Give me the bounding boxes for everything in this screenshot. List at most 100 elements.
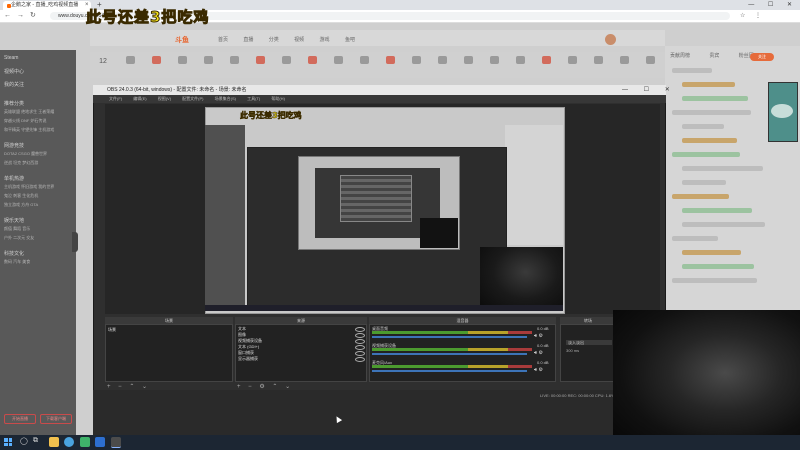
sidebar-top-item[interactable]: 视频中心	[4, 68, 24, 75]
category-item[interactable]	[170, 56, 194, 66]
scene-item[interactable]: 场景	[108, 327, 116, 333]
category-item[interactable]	[612, 56, 636, 66]
start-live-button[interactable]: 开始直播	[4, 414, 36, 424]
category-icon	[229, 56, 239, 64]
chat-message	[672, 278, 757, 283]
chat-message	[682, 138, 737, 143]
category-item[interactable]	[144, 56, 168, 66]
menu-edit[interactable]: 编辑(E)	[133, 96, 146, 101]
sidebar-item[interactable]: 独立游戏 方舟 GTA	[4, 202, 38, 208]
source-item[interactable]: 显示器捕获	[238, 356, 258, 362]
user-avatar[interactable]	[605, 34, 616, 45]
sidebar-item[interactable]: 英雄联盟 绝地求生 王者荣耀	[4, 109, 54, 115]
category-icon	[203, 56, 213, 64]
category-item[interactable]	[326, 56, 350, 66]
sidebar-item[interactable]: 主机游戏 怀旧游戏 我的世界	[4, 184, 54, 190]
category-item[interactable]	[534, 56, 558, 66]
sidebar-item[interactable]: 数码 汽车 美食	[4, 259, 30, 265]
category-item[interactable]	[118, 56, 142, 66]
sidebar-item[interactable]: 和平精英 守望先锋 主机游戏	[4, 127, 54, 133]
sidebar-item[interactable]: 鬼泣 刺客 生化危机	[4, 193, 38, 199]
transition-select[interactable]: 淡入淡出	[566, 340, 612, 345]
category-icon	[437, 56, 447, 64]
chat-message	[682, 250, 741, 255]
category-item[interactable]	[456, 56, 480, 66]
category-item[interactable]	[404, 56, 428, 66]
visibility-eye-icon[interactable]	[355, 339, 365, 344]
douyu-logo[interactable]: 斗鱼	[175, 35, 189, 45]
sidebar-item[interactable]: 穿越火线 DNF 炉石传说	[4, 118, 46, 124]
download-client-button[interactable]: 下载客户端	[40, 414, 72, 424]
webcam-overlay	[613, 310, 800, 450]
sidebar-top-item[interactable]: 我的关注	[4, 81, 24, 88]
volume-slider[interactable]	[372, 353, 527, 355]
category-icon	[645, 56, 655, 64]
category-item[interactable]	[430, 56, 454, 66]
sidebar-item[interactable]: 户外 二次元 交友	[4, 235, 34, 241]
menu-scene-collection[interactable]: 场景集合(S)	[215, 96, 236, 101]
visibility-eye-icon[interactable]	[355, 345, 365, 350]
speaker-icon[interactable]: 🔊︎ ⚙︎	[534, 333, 543, 339]
category-item[interactable]	[222, 56, 246, 66]
visibility-eye-icon[interactable]	[355, 333, 365, 338]
visibility-eye-icon[interactable]	[355, 357, 365, 362]
scenes-footer-controls[interactable]: + − ⌃ ⌄	[107, 383, 150, 390]
chat-message	[672, 68, 712, 73]
right-panel-tabs[interactable]: 贡献周榜 贵宾 粉丝团	[670, 52, 754, 59]
obs-taskbar-icon[interactable]	[111, 437, 121, 448]
chat-message	[682, 264, 754, 269]
menu-profile[interactable]: 配置文件(P)	[182, 96, 203, 101]
sidebar-item[interactable]: 逆战 坦克 梦幻西游	[4, 160, 38, 166]
sidebar-collapse-handle[interactable]	[72, 232, 78, 252]
sources-dock	[235, 324, 367, 382]
speaker-icon[interactable]: 🔊︎ ⚙︎	[534, 350, 543, 356]
category-item[interactable]	[560, 56, 584, 66]
browser-tab[interactable]: 企鹅之家 - 直播_吃鸡视频直播 ×	[3, 1, 91, 10]
reload-icon[interactable]: ↻	[30, 10, 36, 22]
follow-button[interactable]: 关注	[750, 53, 774, 61]
speaker-icon[interactable]: 🔊︎ ⚙︎	[534, 367, 543, 373]
category-item[interactable]	[508, 56, 532, 66]
browser-window-controls[interactable]: — ☐ ✕	[748, 0, 798, 10]
app-icon-2[interactable]	[95, 437, 105, 447]
sidebar-item[interactable]: DOTA2 CSGO 魔兽世界	[4, 151, 47, 157]
menu-help[interactable]: 帮助(H)	[271, 96, 285, 101]
category-item[interactable]	[352, 56, 376, 66]
volume-slider[interactable]	[372, 336, 527, 338]
back-icon[interactable]: ←	[4, 10, 11, 22]
task-view-icon[interactable]: ⧉	[33, 437, 38, 445]
sidebar-section-heading: 网游竞技	[4, 143, 25, 149]
taskbar-search-icon[interactable]: ◯	[20, 437, 28, 445]
obs-window-controls[interactable]: — ☐ ✕	[622, 85, 677, 95]
app-icon[interactable]	[80, 437, 90, 447]
nested-taskbar	[205, 305, 563, 311]
douyu-nav[interactable]: 首页 直播 分类 视频 游戏 鱼吧	[218, 36, 355, 43]
category-item[interactable]	[482, 56, 506, 66]
category-item[interactable]	[196, 56, 220, 66]
sidebar-section-heading: 单机热游	[4, 176, 25, 182]
windows-start-icon[interactable]	[4, 438, 12, 446]
visibility-eye-icon[interactable]	[355, 351, 365, 356]
transition-duration[interactable]: 300 ms	[566, 348, 579, 353]
sidebar-item[interactable]: 颜值 舞蹈 音乐	[4, 226, 30, 232]
sidebar-top-item[interactable]: Steam	[4, 55, 18, 61]
sources-footer-controls[interactable]: + − ⚙ ⌃ ⌄	[237, 383, 293, 390]
category-item[interactable]	[300, 56, 324, 66]
file-explorer-icon[interactable]	[49, 437, 59, 447]
nested-overlay-title: 此号还差3把吃鸡	[240, 111, 302, 121]
category-icon	[151, 56, 161, 64]
category-item[interactable]	[638, 56, 662, 66]
menu-view[interactable]: 视图(V)	[158, 96, 171, 101]
visibility-eye-icon[interactable]	[355, 327, 365, 332]
category-item[interactable]	[274, 56, 298, 66]
obs-menu-bar[interactable]: 文件(F) 编辑(E) 视图(V) 配置文件(P) 场景集合(S) 工具(T) …	[93, 95, 666, 103]
volume-slider[interactable]	[372, 370, 527, 372]
browser-menu-icons[interactable]: ☆ ⋮	[740, 10, 765, 22]
category-item[interactable]	[378, 56, 402, 66]
category-item[interactable]	[586, 56, 610, 66]
category-item[interactable]	[248, 56, 272, 66]
menu-tools[interactable]: 工具(T)	[247, 96, 260, 101]
forward-icon[interactable]: →	[17, 10, 24, 22]
chrome-browser-icon[interactable]	[64, 437, 74, 447]
menu-file[interactable]: 文件(F)	[109, 96, 122, 101]
